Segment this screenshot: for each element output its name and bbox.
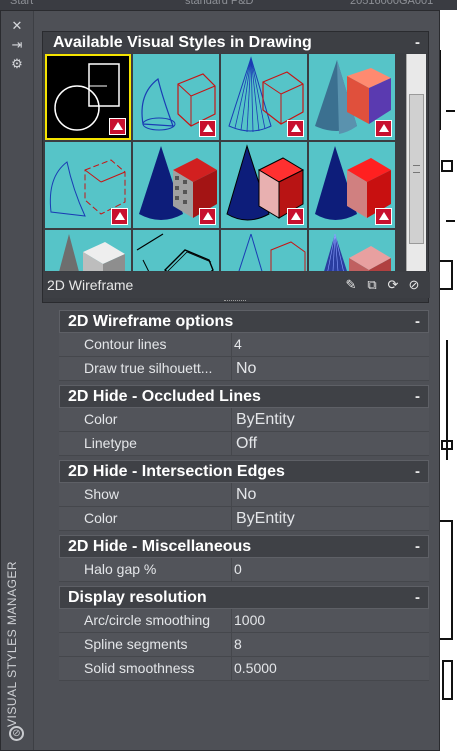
styles-scrollbar[interactable] (406, 54, 426, 271)
section-title: 2D Hide - Occluded Lines (68, 388, 261, 405)
tile-hidden-cone[interactable] (221, 54, 307, 140)
section-2d-wireframe-options: 2D Wireframe options - Contour lines 4 D… (59, 310, 429, 381)
autocad-badge-icon (375, 208, 392, 225)
app-window: Start standard P&D 20516000GA001 ✕ ⇥ ⚙ V… (0, 0, 457, 751)
property-row[interactable]: Solid smoothness 0.5000 (59, 657, 429, 681)
property-label: Contour lines (84, 336, 167, 352)
property-value[interactable]: 8 (231, 633, 242, 656)
scrollbar-thumb[interactable] (409, 94, 424, 244)
styles-thumbnail-grid (45, 54, 405, 271)
autocad-badge-icon (111, 208, 128, 225)
property-row[interactable]: Arc/circle smoothing 1000 (59, 609, 429, 633)
property-value[interactable]: No (231, 357, 256, 380)
tile-shades-of-gray[interactable] (309, 142, 395, 228)
tile-xray-2[interactable] (309, 230, 395, 271)
property-label: Halo gap % (84, 561, 157, 577)
property-value[interactable]: 4 (231, 333, 242, 356)
section-header[interactable]: 2D Wireframe options - (59, 310, 429, 333)
property-label: Arc/circle smoothing (84, 612, 211, 628)
palette-title: VISUAL STYLES MANAGER (5, 560, 19, 727)
property-value[interactable]: 0.5000 (231, 657, 277, 680)
section-title: 2D Wireframe options (68, 313, 234, 330)
pin-icon[interactable]: ⇥ (10, 38, 24, 52)
property-value[interactable]: Off (231, 432, 257, 455)
palette-content: Available Visual Styles in Drawing - 2D … (42, 31, 430, 746)
section-2d-hide-occluded-lines: 2D Hide - Occluded Lines - Color ByEntit… (59, 385, 429, 456)
section-title: 2D Hide - Intersection Edges (68, 463, 285, 480)
property-row[interactable]: Draw true silhouett... No (59, 357, 429, 381)
grip-icon (413, 165, 420, 173)
autocad-badge-icon (109, 118, 126, 135)
property-label: Color (84, 510, 118, 526)
section-2d-hide-intersection-edges: 2D Hide - Intersection Edges - Show No C… (59, 460, 429, 531)
property-value[interactable]: ByEntity (231, 507, 295, 530)
visual-styles-panel: Available Visual Styles in Drawing - 2D … (42, 31, 430, 303)
tile-wireframe-cylinder[interactable] (133, 54, 219, 140)
section-title: 2D Hide - Miscellaneous (68, 538, 252, 555)
export-to-tool-palette-icon[interactable]: ⟳ (385, 277, 401, 293)
properties-icon[interactable]: ⊘ (9, 726, 24, 741)
section-header[interactable]: 2D Hide - Miscellaneous - (59, 535, 429, 558)
autocad-badge-icon (199, 120, 216, 137)
tile-sketchy[interactable] (45, 230, 131, 271)
section-collapse-button[interactable]: - (415, 587, 420, 608)
create-style-icon[interactable]: ✎ (343, 277, 359, 293)
autocad-badge-icon (287, 208, 304, 225)
section-collapse-button[interactable]: - (415, 536, 420, 557)
tile-conceptual[interactable] (45, 142, 131, 228)
styles-panel-header[interactable]: Available Visual Styles in Drawing - (43, 32, 428, 53)
tile-shaded[interactable] (133, 142, 219, 228)
styles-collapse-button[interactable]: - (415, 32, 420, 53)
autocad-badge-icon (199, 208, 216, 225)
property-row[interactable]: Show No (59, 483, 429, 507)
section-collapse-button[interactable]: - (415, 461, 420, 482)
property-row[interactable]: Contour lines 4 (59, 333, 429, 357)
document-tab-bar: Start standard P&D 20516000GA001 (0, 0, 457, 10)
tab-start[interactable]: Start (10, 0, 33, 10)
tile-sketchy-2[interactable] (133, 230, 219, 271)
property-value[interactable]: No (231, 483, 256, 506)
tab-standard-pd[interactable]: standard P&D (185, 0, 253, 10)
section-header[interactable]: 2D Hide - Intersection Edges - (59, 460, 429, 483)
properties-sections: 2D Wireframe options - Contour lines 4 D… (59, 310, 429, 685)
autocad-badge-icon (375, 120, 392, 137)
property-row[interactable]: Spline segments 8 (59, 633, 429, 657)
palette-title-strip[interactable]: ✕ ⇥ ⚙ VISUAL STYLES MANAGER ⊘ (1, 11, 34, 750)
tile-realistic[interactable] (309, 54, 395, 140)
tile-2d-wireframe[interactable] (45, 54, 131, 140)
section-collapse-button[interactable]: - (415, 311, 420, 332)
delete-style-icon[interactable]: ⊘ (406, 277, 422, 293)
property-label: Spline segments (84, 636, 188, 652)
property-value[interactable]: 0 (231, 558, 242, 581)
property-label: Show (84, 486, 120, 502)
styles-panel-title: Available Visual Styles in Drawing (53, 34, 312, 51)
property-label: Linetype (84, 435, 137, 451)
section-collapse-button[interactable]: - (415, 386, 420, 407)
tile-xray[interactable] (221, 230, 307, 271)
visual-styles-manager-palette: ✕ ⇥ ⚙ VISUAL STYLES MANAGER ⊘ Available … (0, 10, 440, 751)
property-label: Solid smoothness (84, 660, 195, 676)
tile-shaded-edges[interactable] (221, 142, 307, 228)
property-row[interactable]: Color ByEntity (59, 507, 429, 531)
property-row[interactable]: Linetype Off (59, 432, 429, 456)
section-title: Display resolution (68, 589, 207, 606)
property-value[interactable]: ByEntity (231, 408, 295, 431)
property-label: Draw true silhouett... (84, 360, 213, 376)
close-icon[interactable]: ✕ (10, 19, 24, 33)
panel-resize-handle[interactable] (224, 300, 246, 303)
tab-drawing[interactable]: 20516000GA001 (350, 0, 433, 10)
property-label: Color (84, 411, 118, 427)
property-row[interactable]: Color ByEntity (59, 408, 429, 432)
selected-style-name: 2D Wireframe (47, 277, 134, 293)
section-2d-hide-miscellaneous: 2D Hide - Miscellaneous - Halo gap % 0 (59, 535, 429, 582)
section-display-resolution: Display resolution - Arc/circle smoothin… (59, 586, 429, 681)
styles-panel-footer: 2D Wireframe ✎ ⧉ ⟳ ⊘ (43, 272, 430, 298)
apply-to-viewport-icon[interactable]: ⧉ (364, 277, 380, 293)
section-header[interactable]: Display resolution - (59, 586, 429, 609)
section-header[interactable]: 2D Hide - Occluded Lines - (59, 385, 429, 408)
settings-icon[interactable]: ⚙ (10, 57, 24, 71)
property-value[interactable]: 1000 (231, 609, 265, 632)
property-row[interactable]: Halo gap % 0 (59, 558, 429, 582)
autocad-badge-icon (287, 120, 304, 137)
